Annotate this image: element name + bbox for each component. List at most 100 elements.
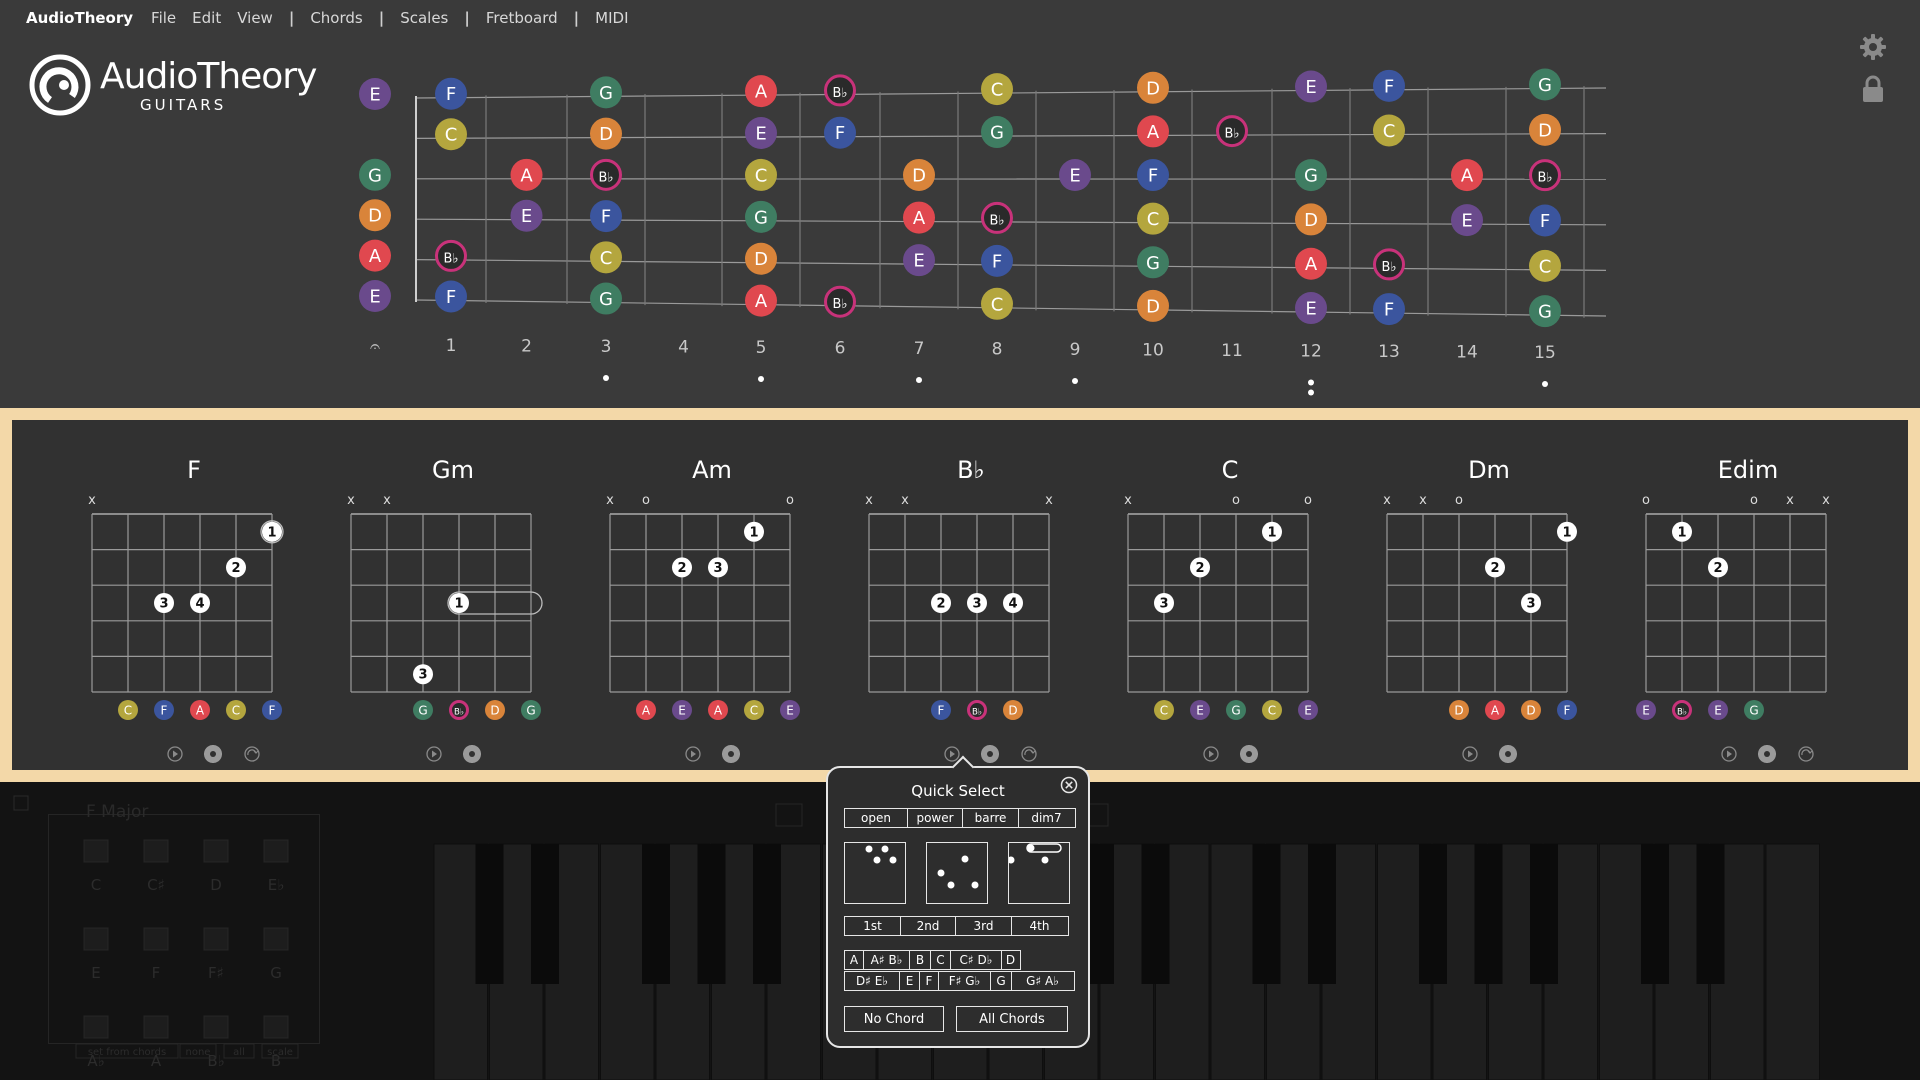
inversion-button[interactable]: 1st [844,916,901,936]
play-icon[interactable] [1462,746,1478,762]
chord-settings-icon[interactable] [1499,745,1517,763]
piano-black-key[interactable] [1141,844,1170,984]
chord-note[interactable]: E [1708,700,1728,720]
fretboard-note[interactable]: D [1295,203,1327,236]
fretboard-note[interactable]: F [1529,204,1561,237]
fretboard-note[interactable]: F [981,244,1013,277]
root-note-button[interactable]: C [929,950,952,970]
root-note-button[interactable]: D [1000,950,1021,970]
swap-voicing-icon[interactable] [1021,746,1037,762]
root-note-button[interactable]: A [844,950,864,970]
fretboard-note[interactable]: B♭ [1529,159,1561,192]
chord-settings-icon[interactable] [463,745,481,763]
chord-settings-icon[interactable] [722,745,740,763]
inversion-button[interactable]: 2nd [899,916,957,936]
chord-card[interactable]: B♭ x x x 2 3 4 F B♭ D [841,420,1101,770]
piano-black-key[interactable] [531,844,559,984]
piano-black-key[interactable] [1530,844,1558,984]
fretboard-note[interactable]: C [435,118,467,151]
chord-note[interactable]: G [521,700,541,720]
fretboard-note[interactable]: G [1137,246,1169,279]
all-chords-button[interactable]: All Chords [956,1006,1068,1032]
chord-card[interactable]: Am x o o 1 2 3 A E A C E [582,420,842,770]
piano-black-key[interactable] [1474,844,1503,984]
fretboard-note[interactable]: E [510,199,543,232]
piano-black-key[interactable] [1419,844,1447,984]
shape-preview-1[interactable] [844,842,906,904]
fretboard-note[interactable]: G [590,282,622,315]
chord-note[interactable]: B♭ [449,700,469,720]
chord-type-button[interactable]: barre [962,808,1019,828]
chord-type-button[interactable]: open [844,808,908,828]
chord-settings-icon[interactable] [1758,745,1776,763]
fretboard-note[interactable]: F [590,200,622,233]
piano-black-key[interactable] [1641,844,1669,984]
chord-note[interactable]: F [262,700,282,720]
chord-note[interactable]: G [1744,700,1764,720]
fretboard-note[interactable]: D [903,158,935,191]
scale-key-toggle[interactable] [263,927,289,951]
fretboard-note[interactable]: A [1137,115,1169,148]
piano-black-key[interactable] [1696,844,1725,984]
fretboard-note[interactable]: B♭ [435,239,467,272]
menu-edit[interactable]: Edit [192,9,221,27]
fretboard-note[interactable]: D [1137,71,1169,104]
scale-key-toggle[interactable] [203,1015,229,1039]
chord-note[interactable]: B♭ [967,700,987,720]
fretboard-note[interactable]: E [745,117,777,150]
scale-key-toggle[interactable] [263,839,289,863]
chord-settings-icon[interactable] [1240,745,1258,763]
play-icon[interactable] [1721,746,1737,762]
chord-note[interactable]: C [744,700,764,720]
scale-key-toggle[interactable] [143,927,169,951]
chord-note[interactable]: D [1449,700,1469,720]
chord-note[interactable]: C [1154,700,1174,720]
chord-note[interactable]: F [154,700,174,720]
no-chord-button[interactable]: No Chord [844,1006,944,1032]
menu-chords[interactable]: Chords [310,9,362,27]
chord-note[interactable]: E [672,700,692,720]
fretboard-note[interactable]: C [1373,114,1405,147]
chord-card[interactable]: Edim o o x x 1 2 E B♭ E G [1618,420,1878,770]
chord-type-button[interactable]: power [906,808,964,828]
chord-settings-icon[interactable] [981,745,999,763]
root-note-button[interactable]: A♯ B♭ [862,950,911,970]
chord-note[interactable]: E [1636,700,1656,720]
chord-note[interactable]: A [708,700,728,720]
chord-type-button[interactable]: dim7 [1017,808,1076,828]
fretboard-note[interactable]: F [435,280,467,313]
open-string-note[interactable]: E [359,78,391,110]
open-string-note[interactable]: G [359,158,391,191]
scale-key-toggle[interactable] [83,927,109,951]
fretboard-note[interactable]: G [1295,159,1327,192]
fretboard-note[interactable]: D [1529,113,1561,146]
open-string-note[interactable]: A [359,239,391,272]
chord-note[interactable]: F [1557,700,1577,720]
piano-black-key[interactable] [697,844,726,984]
piano-black-key[interactable] [642,844,670,984]
scale-key-toggle[interactable] [203,839,229,863]
inversion-button[interactable]: 4th [1010,916,1069,936]
scale-key-toggle[interactable] [143,839,169,863]
fretboard-note[interactable]: G [981,116,1013,149]
shape-preview-2[interactable] [926,842,988,904]
chord-card[interactable]: Gm x x 1 3 G B♭ D G [323,420,583,770]
chord-note[interactable]: E [780,700,800,720]
fretboard-note[interactable]: B♭ [981,201,1013,234]
chord-note[interactable]: F [931,700,951,720]
root-note-button[interactable]: B [909,950,931,970]
chord-note[interactable]: D [1003,700,1023,720]
fretboard-note[interactable]: G [1529,295,1561,328]
root-note-button[interactable]: C♯ D♭ [950,950,1002,970]
fretboard-note[interactable]: D [1137,289,1169,322]
fretboard-note[interactable]: D [590,117,622,150]
scale-key-toggle[interactable] [143,1015,169,1039]
menu-scales[interactable]: Scales [400,9,448,27]
root-note-button[interactable]: F♯ G♭ [937,971,992,991]
fretboard-note[interactable]: C [981,287,1013,320]
root-note-button[interactable]: D♯ E♭ [844,971,900,991]
play-icon[interactable] [944,746,960,762]
chord-settings-icon[interactable] [204,745,222,763]
fretboard-note[interactable]: A [745,284,777,317]
swap-voicing-icon[interactable] [1798,746,1814,762]
